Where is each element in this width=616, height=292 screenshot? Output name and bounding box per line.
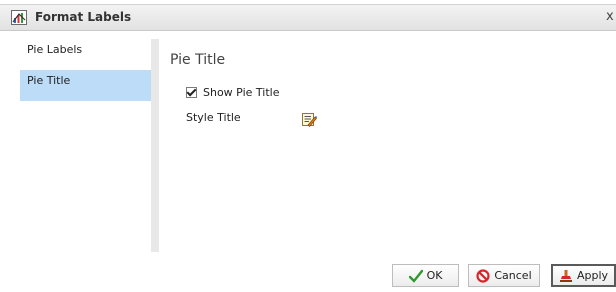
cancel-icon bbox=[476, 268, 490, 283]
sidebar-item-label: Pie Title bbox=[27, 74, 71, 87]
show-pie-title-option[interactable]: Show Pie Title bbox=[186, 84, 279, 100]
title-bar[interactable]: Format Labels x bbox=[0, 4, 616, 31]
format-labels-dialog: Format Labels x Pie Labels Pie Title Pie… bbox=[0, 0, 616, 292]
settings-panel: Pie Title Show Pie Title Style Title bbox=[159, 39, 616, 252]
apply-label: Apply bbox=[576, 269, 609, 282]
show-pie-title-label: Show Pie Title bbox=[203, 85, 280, 99]
close-icon[interactable]: x bbox=[606, 9, 614, 24]
cancel-button[interactable]: Cancel bbox=[468, 264, 540, 287]
style-edit-icon[interactable] bbox=[302, 112, 317, 127]
sidebar: Pie Labels Pie Title bbox=[20, 39, 151, 101]
sidebar-item-pie-labels[interactable]: Pie Labels bbox=[20, 39, 151, 70]
sidebar-item-pie-title[interactable]: Pie Title bbox=[20, 70, 151, 101]
ok-button[interactable]: OK bbox=[392, 264, 459, 287]
style-title-label: Style Title bbox=[186, 111, 241, 124]
ok-label: OK bbox=[426, 269, 443, 282]
chart-icon bbox=[11, 10, 27, 25]
checkmark-icon bbox=[408, 269, 423, 283]
panel-title: Pie Title bbox=[170, 52, 226, 68]
show-pie-title-checkbox[interactable] bbox=[186, 86, 197, 98]
apply-button[interactable]: Apply bbox=[551, 264, 616, 287]
panel-divider bbox=[151, 39, 159, 252]
cancel-label: Cancel bbox=[494, 269, 532, 282]
dialog-title: Format Labels bbox=[35, 10, 132, 24]
sidebar-item-label: Pie Labels bbox=[27, 43, 83, 56]
apply-icon bbox=[559, 269, 573, 283]
